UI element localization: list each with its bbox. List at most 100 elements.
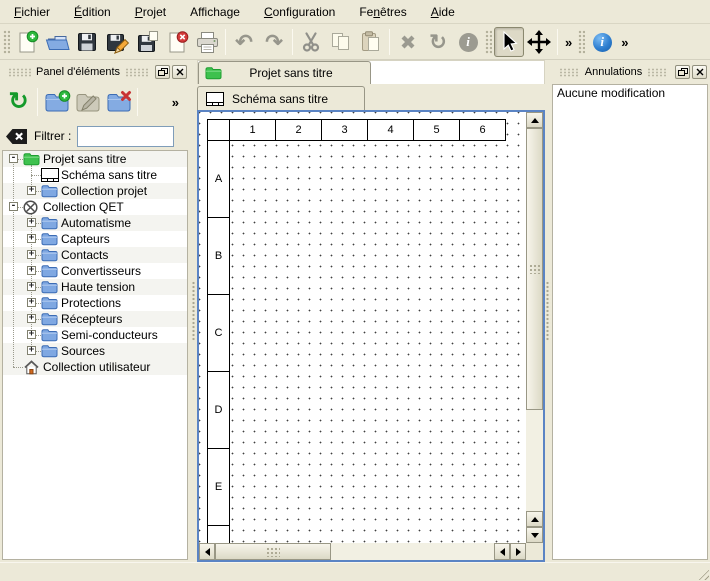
cut-icon <box>299 30 323 54</box>
vertical-scroll-thumb[interactable] <box>526 128 543 410</box>
expand-icon[interactable]: + <box>27 250 36 259</box>
toolbar-handle[interactable] <box>485 30 492 54</box>
expand-icon[interactable]: + <box>27 282 36 291</box>
expand-icon[interactable]: + <box>27 186 36 195</box>
print-button[interactable] <box>192 27 222 57</box>
filter-input[interactable] <box>77 126 174 147</box>
vertical-scroll-track[interactable] <box>526 128 543 511</box>
undo-dock: Annulations Aucune modification <box>551 60 710 562</box>
toolbar-separator <box>37 88 38 116</box>
save-as-icon <box>105 30 130 55</box>
select-tool-button[interactable] <box>494 27 524 57</box>
new-document-button[interactable] <box>12 27 42 57</box>
undo-history-item[interactable]: Aucune modification <box>553 85 707 101</box>
delete-category-button[interactable] <box>103 87 134 118</box>
scroll-right-button[interactable] <box>510 543 526 560</box>
scroll-left-button-right[interactable] <box>494 543 510 560</box>
toolbar-separator <box>225 29 226 55</box>
save-all-button[interactable] <box>132 27 162 57</box>
tree-item-collection-utilisateur[interactable]: Collection utilisateur <box>3 359 187 375</box>
tree-item-collection-projet[interactable]: +Collection projet <box>3 183 187 199</box>
toolbar-handle[interactable] <box>3 30 10 54</box>
save-as-button[interactable] <box>102 27 132 57</box>
ruler-corner-cell <box>207 119 230 141</box>
folder-edit-icon <box>74 89 102 115</box>
elements-panel-toolbar: ↻» <box>0 82 190 122</box>
menu-item-fichier[interactable]: Fichier <box>2 1 62 23</box>
float-dock-button[interactable] <box>155 65 170 79</box>
float-dock-button[interactable] <box>675 65 690 79</box>
elements-panel-dock: Panel d'éléments ↻» Filtrer : -Projet sa… <box>0 60 190 562</box>
scroll-left-button[interactable] <box>199 543 215 560</box>
left-splitter[interactable] <box>190 60 197 562</box>
new-category-button[interactable] <box>41 87 72 118</box>
paste-button[interactable] <box>356 27 386 57</box>
rotate-button[interactable]: ↻ <box>423 27 453 57</box>
toolbar-separator <box>137 88 138 116</box>
scroll-down-button[interactable] <box>526 527 543 543</box>
close-document-button[interactable] <box>162 27 192 57</box>
expand-icon[interactable]: + <box>27 330 36 339</box>
menu-item-aide[interactable]: Aide <box>419 1 467 23</box>
qelectrotech-window: FichierÉditionProjetAffichageConfigurati… <box>0 0 710 581</box>
schema-tab-label: Schéma sans titre <box>232 92 328 106</box>
edit-category-button[interactable] <box>72 87 103 118</box>
toolbar-overflow-button[interactable]: » <box>561 35 576 50</box>
menu-item-projet[interactable]: Projet <box>123 1 178 23</box>
move-tool-button[interactable] <box>524 27 554 57</box>
row-ruler-cell: C <box>207 294 230 372</box>
column-ruler-cell: 4 <box>367 119 414 141</box>
toolbar-overflow-button[interactable]: » <box>172 95 179 110</box>
close-dock-button[interactable] <box>692 65 707 79</box>
horizontal-scroll-thumb[interactable] <box>215 543 331 560</box>
tree-item-label: Sources <box>61 344 105 358</box>
tab-projet-sans-titre[interactable]: Projet sans titre <box>198 61 371 84</box>
reload-collections-button[interactable]: ↻ <box>3 87 34 118</box>
toolbar-overflow-button[interactable]: » <box>617 35 632 50</box>
about-qet-button[interactable]: i <box>587 27 617 57</box>
copy-button[interactable] <box>326 27 356 57</box>
tree-item-label: Semi-conducteurs <box>61 328 158 342</box>
redo-button[interactable]: ↷ <box>259 27 289 57</box>
tree-item-sources[interactable]: + Sources <box>3 343 187 359</box>
close-dock-button[interactable] <box>172 65 187 79</box>
redo-icon: ↷ <box>265 32 283 53</box>
expand-icon[interactable]: + <box>27 298 36 307</box>
save-button[interactable] <box>72 27 102 57</box>
menu-item-configuration[interactable]: Configuration <box>252 1 347 23</box>
menu-item-affichage[interactable]: Affichage <box>178 1 252 23</box>
schema-canvas[interactable]: 123456 ABCDE <box>199 112 526 543</box>
tree-item-collection-qet[interactable]: -Collection QET <box>3 199 187 215</box>
tree-item-projet-sans-titre[interactable]: -Projet sans titre <box>3 151 187 167</box>
resize-grip[interactable] <box>696 567 709 580</box>
expand-icon[interactable]: + <box>27 234 36 243</box>
undo-button[interactable]: ↶ <box>229 27 259 57</box>
tree-item-label: Contacts <box>61 248 108 262</box>
collapse-icon[interactable]: - <box>9 154 18 163</box>
document-new-icon <box>15 30 40 55</box>
menu-item-fenetres[interactable]: Fenêtres <box>347 1 418 23</box>
expand-icon[interactable]: + <box>27 218 36 227</box>
delete-button[interactable] <box>393 27 423 57</box>
folder-icon <box>41 280 58 294</box>
horizontal-scroll-track[interactable] <box>215 543 494 560</box>
cut-button[interactable] <box>296 27 326 57</box>
expand-icon[interactable]: + <box>27 266 36 275</box>
save-icon <box>75 30 99 54</box>
collapse-icon[interactable]: - <box>9 202 18 211</box>
scroll-up-button[interactable] <box>526 112 543 128</box>
open-button[interactable] <box>42 27 72 57</box>
tab-schema-sans-titre[interactable]: Schéma sans titre <box>197 86 365 110</box>
row-ruler-cell: E <box>207 448 230 526</box>
scroll-up-button-bottom[interactable] <box>526 511 543 527</box>
clear-filter-icon[interactable] <box>5 128 28 145</box>
expand-icon[interactable]: + <box>27 346 36 355</box>
menu-item-edition[interactable]: Édition <box>62 1 123 23</box>
element-info-button[interactable]: i <box>453 27 483 57</box>
home-icon <box>23 360 40 375</box>
schema-tab-bar: Schéma sans titre <box>197 84 545 110</box>
folder-icon <box>41 232 58 246</box>
toolbar-handle[interactable] <box>578 30 585 54</box>
undo-dock-title: Annulations <box>585 66 643 78</box>
expand-icon[interactable]: + <box>27 314 36 323</box>
